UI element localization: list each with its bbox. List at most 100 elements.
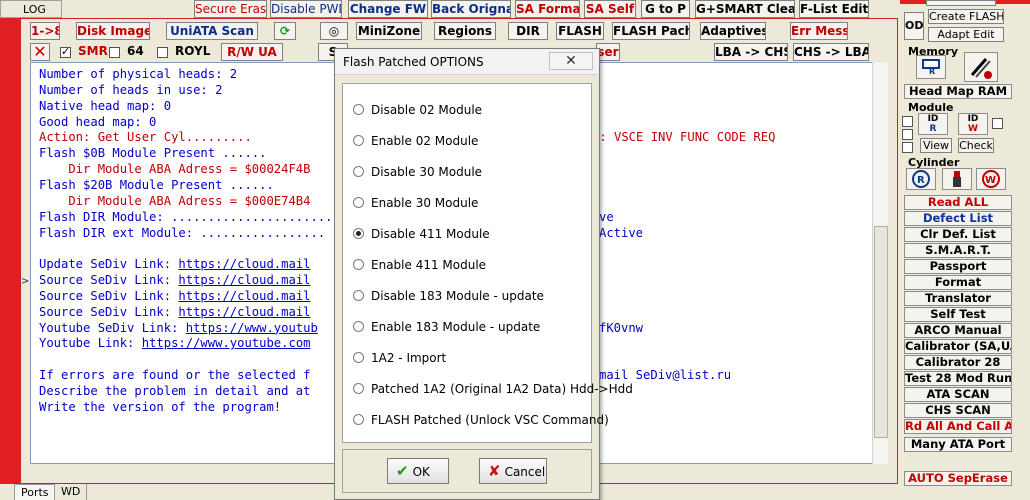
toolbar-btn-g-to-p[interactable]: G to P: [641, 0, 690, 18]
toolbar-btn-secure-erase[interactable]: Secure Erase: [194, 0, 267, 18]
module-checkbox-1[interactable]: [902, 115, 913, 129]
settings-disk-icon[interactable]: ◎: [320, 22, 348, 40]
dialog-close-button[interactable]: ✕: [549, 52, 593, 70]
radio-button[interactable]: [353, 414, 364, 425]
create-flash-button[interactable]: Create FLASH: [928, 9, 1004, 24]
toolbar-btn-disk-image[interactable]: Disk Image: [76, 22, 150, 40]
right-btn-clr-def-list[interactable]: Clr Def. List: [904, 227, 1012, 242]
right-btn-rd-all-and-call-all[interactable]: Rd All And Call All: [904, 419, 1012, 434]
toolbar-btn-err-mess[interactable]: Err Mess: [790, 22, 848, 40]
right-btn-calibrator-sa-ua-[interactable]: Calibrator (SA,UA): [904, 339, 1012, 354]
right-btn-defect-list[interactable]: Defect List: [904, 211, 1012, 226]
toolbar-btn-sa-self[interactable]: SA Self: [584, 0, 636, 18]
cylinder-read-icon[interactable]: R: [906, 168, 936, 190]
console-link[interactable]: https://www.youtub: [186, 321, 318, 335]
right-btn-s-m-a-r-t-[interactable]: S.M.A.R.T.: [904, 243, 1012, 258]
console-line-text: Source SeDiv Link:: [39, 304, 179, 319]
memory-read-icon[interactable]: R: [916, 55, 946, 79]
toolbar-btn-dir[interactable]: DIR: [508, 22, 548, 40]
close-red-icon[interactable]: ✕: [30, 43, 50, 61]
option-radio-item[interactable]: Enable 411 Module: [353, 258, 486, 272]
right-btn-ata-scan[interactable]: ATA SCAN: [904, 387, 1012, 402]
option-radio-item[interactable]: Enable 02 Module: [353, 134, 478, 148]
toolbar-btn-flash[interactable]: FLASH: [556, 22, 604, 40]
right-btn-calibrator-28[interactable]: Calibrator 28: [904, 355, 1012, 370]
console-link[interactable]: https://cloud.mail: [178, 289, 310, 303]
option-radio-item[interactable]: Disable 183 Module - update: [353, 289, 544, 303]
cylinder-tool-icon[interactable]: [942, 168, 972, 190]
option-radio-item[interactable]: Enable 30 Module: [353, 196, 478, 210]
radio-button[interactable]: [353, 228, 364, 239]
toolbar-btn-back-orignal[interactable]: Back Orignal: [431, 0, 511, 18]
toolbar-btn-adaptives[interactable]: Adaptives: [700, 22, 766, 40]
toolbar-btn-minizone[interactable]: MiniZone: [356, 22, 422, 40]
option-radio-item[interactable]: Disable 02 Module: [353, 103, 482, 117]
head-map-ram-button[interactable]: Head Map RAM: [904, 84, 1012, 99]
ok-button[interactable]: ✔ OK: [387, 458, 449, 484]
option-radio-item[interactable]: 1A2 - Import: [353, 351, 446, 365]
toolbar-btn-change-fw[interactable]: Change FW: [348, 0, 428, 18]
radio-button[interactable]: [353, 135, 364, 146]
refresh-icon[interactable]: ⟳: [274, 22, 296, 40]
right-btn-arco-manual[interactable]: ARCO Manual: [904, 323, 1012, 338]
toolbar-btn-sa-format[interactable]: SA Format: [515, 0, 580, 18]
sixtyfour-checkbox[interactable]: [109, 46, 120, 60]
right-btn-test-28-mod-run[interactable]: Test 28 Mod Run: [904, 371, 1012, 386]
radio-button[interactable]: [353, 104, 364, 115]
console-link[interactable]: https://www.youtube.com: [142, 336, 311, 350]
module-checkbox-2[interactable]: [902, 128, 913, 142]
module-check-button[interactable]: Check: [958, 138, 994, 153]
toolbar-btn-1-8[interactable]: 1->8: [30, 22, 60, 40]
royl-checkbox[interactable]: [157, 46, 168, 60]
cancel-button[interactable]: ✘ Cancel: [479, 458, 547, 484]
right-btn-self-test[interactable]: Self Test: [904, 307, 1012, 322]
console-link[interactable]: https://cloud.mail: [178, 257, 310, 271]
radio-button[interactable]: [353, 197, 364, 208]
console-link[interactable]: https://cloud.mail: [178, 273, 310, 287]
module-checkbox-4[interactable]: [902, 141, 913, 155]
toolbar-btn-regions[interactable]: Regions: [434, 22, 496, 40]
toolbar-btn-g-smart-clear[interactable]: G+SMART Clear: [695, 0, 795, 18]
right-btn-translator[interactable]: Translator: [904, 291, 1012, 306]
option-radio-item[interactable]: Patched 1A2 (Original 1A2 Data) Hdd->Hdd: [353, 382, 633, 396]
tab-ports[interactable]: Ports: [14, 484, 56, 500]
radio-button[interactable]: [353, 166, 364, 177]
lba-to-chs-button[interactable]: LBA -> CHS: [714, 43, 788, 61]
toolbar-btn-disable-pwd[interactable]: Disable PWD: [270, 0, 342, 18]
module-checkbox-3[interactable]: [992, 117, 1003, 131]
rw-ua-button[interactable]: R/W UA: [221, 43, 283, 61]
right-btn-format[interactable]: Format: [904, 275, 1012, 290]
tab-wd[interactable]: WD: [54, 484, 88, 500]
right-btn-many-ata-port[interactable]: Many ATA Port: [904, 437, 1012, 452]
radio-button[interactable]: [353, 383, 364, 394]
right-btn-passport[interactable]: Passport: [904, 259, 1012, 274]
radio-button[interactable]: [353, 321, 364, 332]
radio-button[interactable]: [353, 352, 364, 363]
adapt-edit-button[interactable]: Adapt Edit: [928, 27, 1004, 42]
right-btn-chs-scan[interactable]: CHS SCAN: [904, 403, 1012, 418]
top-hidden-button[interactable]: [926, 0, 996, 6]
chs-to-lba-button[interactable]: CHS -> LBA: [793, 43, 869, 61]
module-view-button[interactable]: View: [920, 138, 952, 153]
toolbar-btn-f-list-edit[interactable]: F-List Edit: [799, 0, 869, 18]
od-button[interactable]: OD: [904, 12, 924, 40]
right-btn-auto-seperase[interactable]: AUTO SepErase: [904, 471, 1012, 486]
console-scrollbar[interactable]: [872, 62, 888, 464]
option-radio-item[interactable]: Enable 183 Module - update: [353, 320, 540, 334]
cylinder-write-icon[interactable]: W: [976, 168, 1006, 190]
option-radio-item[interactable]: Disable 30 Module: [353, 165, 482, 179]
module-read-icon[interactable]: ID R: [918, 113, 948, 135]
toolbar-btn-flash-pach[interactable]: FLASH Pach: [612, 22, 690, 40]
module-write-icon[interactable]: ID W: [958, 113, 988, 135]
smr-checkbox[interactable]: [60, 45, 71, 60]
memory-write-icon[interactable]: [964, 52, 998, 82]
console-link[interactable]: https://cloud.mail: [178, 305, 310, 319]
scrollbar-thumb[interactable]: [874, 226, 888, 438]
log-tab[interactable]: LOG: [0, 0, 62, 18]
right-btn-read-all[interactable]: Read ALL: [904, 195, 1012, 210]
radio-button[interactable]: [353, 290, 364, 301]
toolbar-btn-uniata-scan[interactable]: UniATA Scan: [166, 22, 258, 40]
option-radio-item[interactable]: Disable 411 Module: [353, 227, 490, 241]
option-radio-item[interactable]: FLASH Patched (Unlock VSC Command): [353, 413, 609, 427]
radio-button[interactable]: [353, 259, 364, 270]
